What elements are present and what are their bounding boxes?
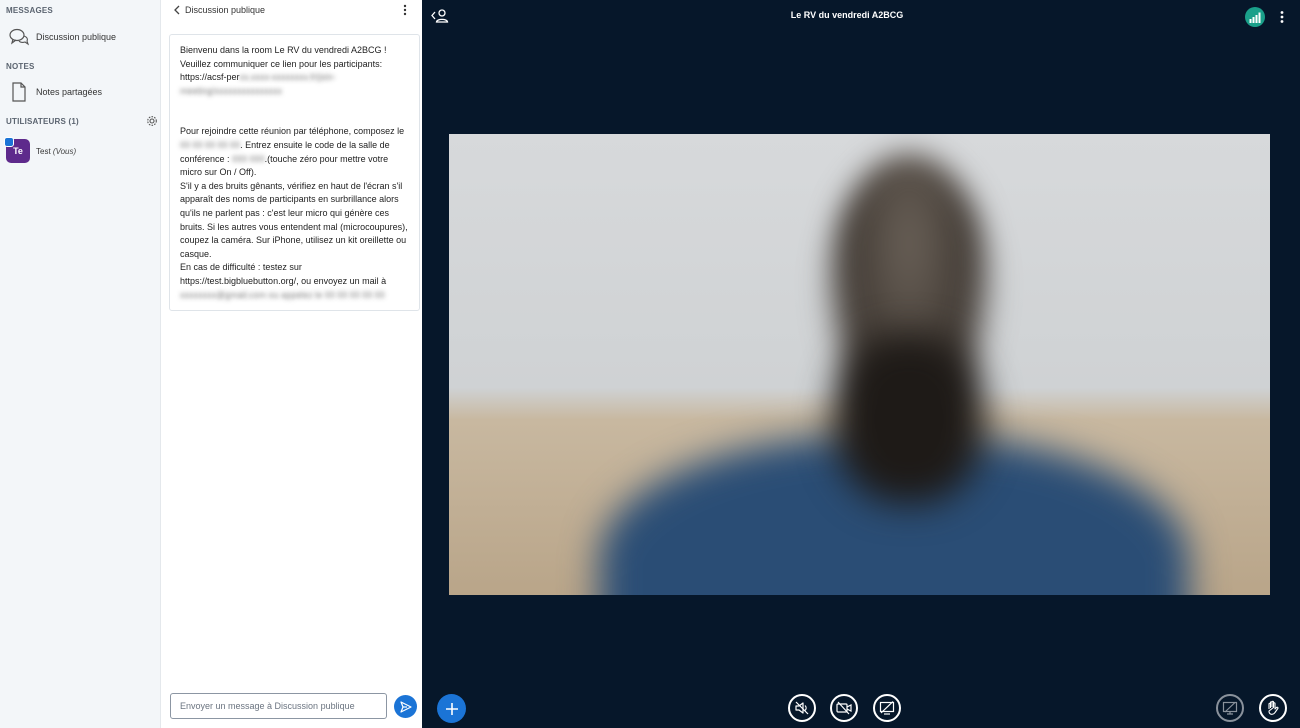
user-name: Test (Vous) <box>36 147 76 156</box>
noise-tip: S'il y a des bruits gênants, vérifiez en… <box>180 180 408 259</box>
actions-button[interactable] <box>437 694 466 723</box>
public-chat-label: Discussion publique <box>36 32 117 42</box>
presentation-icon <box>1222 701 1238 715</box>
avatar-initials: Te <box>13 146 23 156</box>
you-label: (Vous) <box>52 146 77 156</box>
more-vertical-icon[interactable] <box>1278 9 1286 25</box>
screenshare-button[interactable] <box>873 694 901 722</box>
plus-icon <box>445 702 458 715</box>
audio-button[interactable] <box>788 694 816 722</box>
more-vertical-icon[interactable] <box>401 3 409 17</box>
presentation-button[interactable] <box>1216 694 1244 722</box>
user-list-panel: MESSAGES Discussion publique NOTES Notes… <box>0 0 161 728</box>
screenshare-off-icon <box>879 701 895 715</box>
redacted-phone: 00 00 00 00 00 <box>180 139 241 150</box>
avatar: Te <box>4 137 30 163</box>
phone-info: Pour rejoindre cette réunion par télépho… <box>180 125 409 179</box>
connection-status-button[interactable] <box>1245 7 1265 27</box>
messages-section-title: MESSAGES <box>6 6 53 15</box>
chevron-left-icon[interactable] <box>173 4 181 19</box>
notes-section-title: NOTES <box>6 62 35 71</box>
speaker-muted-icon <box>795 701 809 715</box>
camera-off-icon <box>836 701 852 715</box>
send-button[interactable] <box>394 695 417 718</box>
join-link[interactable]: https://acsf-perxx.xxxx-xxxxxxxx.fr/join… <box>180 71 409 98</box>
redacted-code: 000 000 <box>232 153 265 164</box>
signal-bars-icon <box>1249 12 1261 23</box>
gear-icon[interactable] <box>146 115 158 127</box>
meeting-title: Le RV du vendredi A2BCG <box>790 10 904 20</box>
public-chat-item[interactable]: Discussion publique <box>0 22 160 52</box>
shared-notes-label: Notes partagées <box>36 87 103 97</box>
document-icon <box>8 81 30 103</box>
hand-icon <box>1268 700 1279 715</box>
difficulty-info: En cas de difficulté : testez sur https:… <box>180 261 409 302</box>
chat-message-input[interactable] <box>170 693 387 719</box>
chat-title[interactable]: Discussion publique <box>185 5 265 15</box>
presenter-badge <box>4 137 14 147</box>
shared-notes-item[interactable]: Notes partagées <box>0 77 160 107</box>
raise-hand-button[interactable] <box>1259 694 1287 722</box>
welcome-message: Bienvenu dans la room Le RV du vendredi … <box>169 34 420 311</box>
join-link-prefix: https://acsf-per <box>180 72 240 83</box>
users-section-title: UTILISATEURS (1) <box>6 117 79 126</box>
user-name-text: Test <box>36 146 51 156</box>
redacted-contact: xxxxxxxx@gmail.com ou appelez le 00 00 0… <box>180 289 385 300</box>
send-icon <box>399 700 412 713</box>
phone-intro: Pour rejoindre cette réunion par télépho… <box>180 126 405 137</box>
main-area: Le RV du vendredi A2BCG <box>422 0 1300 728</box>
webcam-video[interactable] <box>449 134 1270 595</box>
welcome-line-1: Bienvenu dans la room Le RV du vendredi … <box>180 45 387 55</box>
difficulty-text: En cas de difficulté : testez sur https:… <box>180 262 387 286</box>
chat-bubbles-icon <box>8 26 30 48</box>
user-list-item[interactable]: Te Test (Vous) <box>4 137 76 163</box>
welcome-line-2: Veuillez communiquer ce lien pour les pa… <box>180 58 383 69</box>
chat-panel: Discussion publique Bienvenu dans la roo… <box>161 0 422 728</box>
video-button[interactable] <box>830 694 858 722</box>
video-person-beard <box>834 334 984 504</box>
